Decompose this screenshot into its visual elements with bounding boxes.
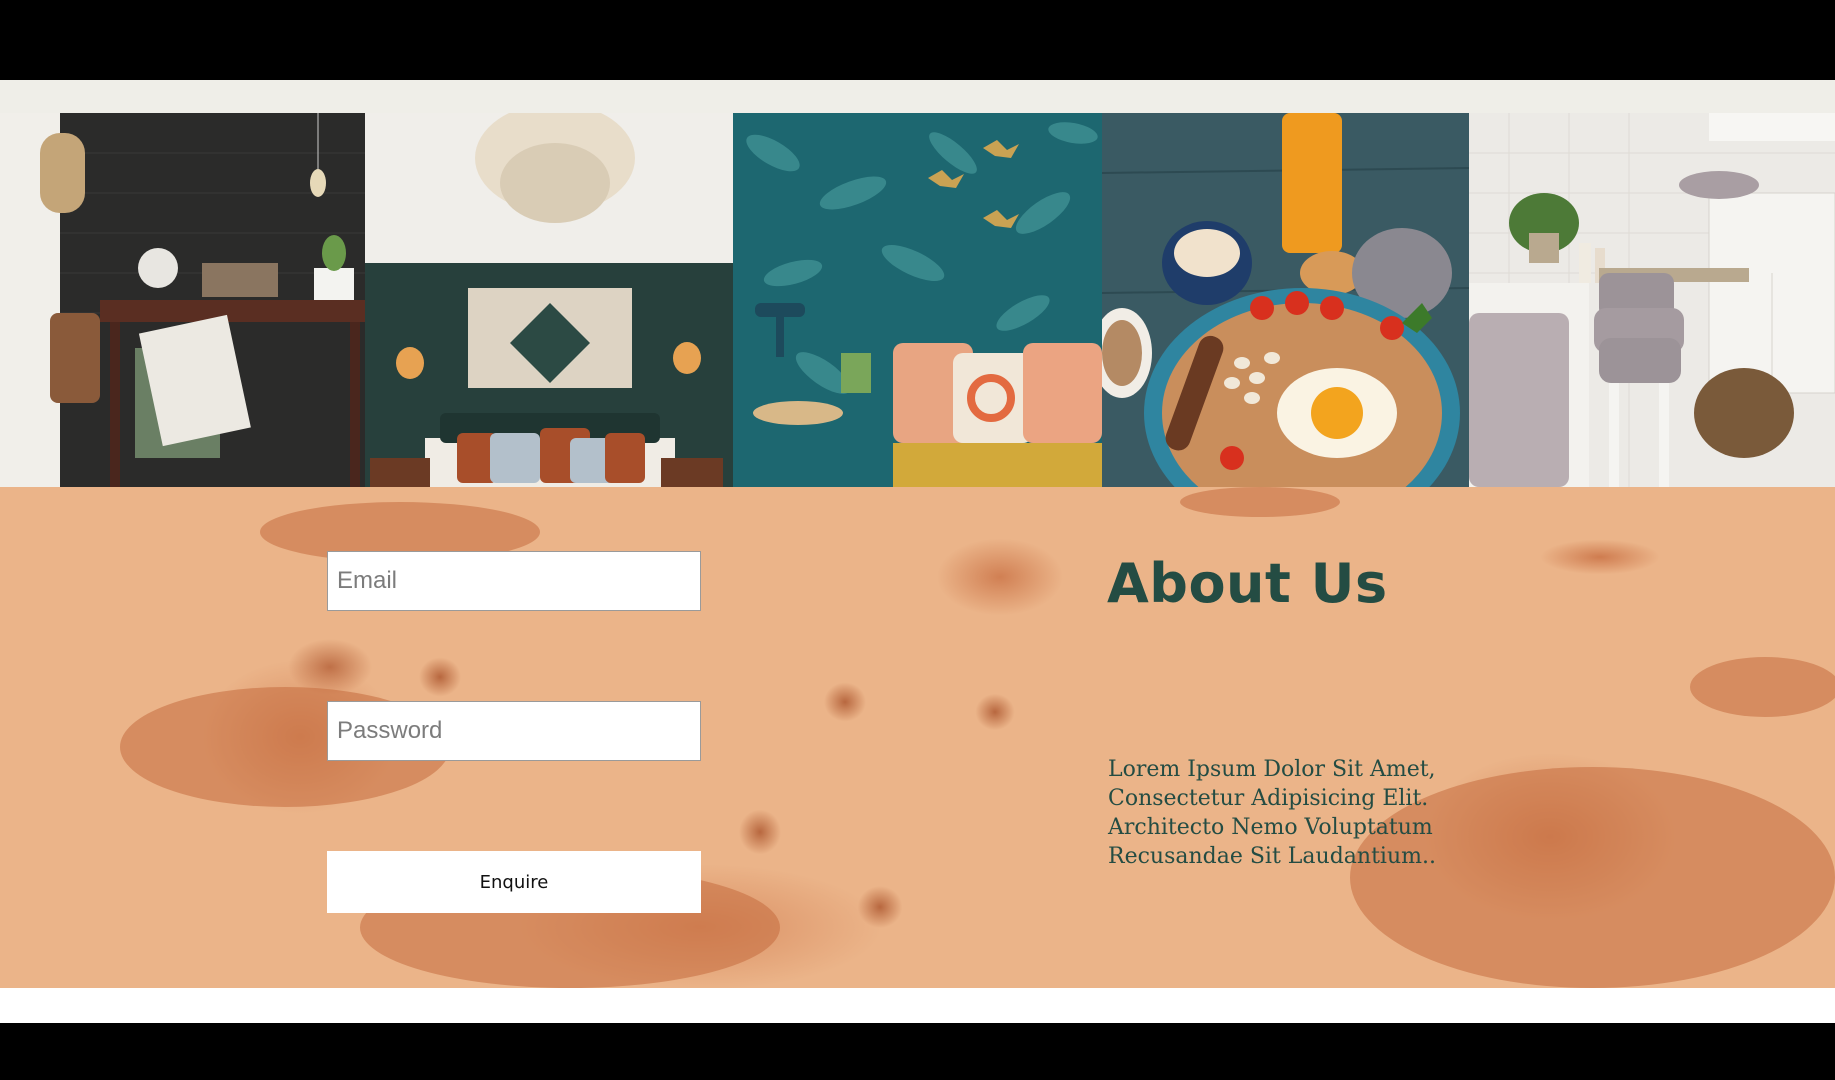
email-field[interactable] — [327, 551, 701, 611]
about-us-description: Lorem Ipsum Dolor Sit Amet, Consectetur … — [1108, 757, 1436, 869]
enquire-button[interactable]: Enquire — [327, 851, 701, 913]
breakfast-photo — [1102, 113, 1469, 487]
footer-strip — [0, 988, 1835, 1023]
about-us-heading: About Us — [1107, 552, 1388, 615]
photo-gallery — [0, 113, 1835, 487]
header-strip — [0, 80, 1835, 113]
paint-texture — [1180, 487, 1340, 517]
password-input[interactable] — [328, 702, 700, 760]
bedroom-photo — [365, 113, 733, 487]
email-input[interactable] — [328, 552, 700, 610]
contact-about-section: Enquire About Us Lorem Ipsum Dolor Sit A… — [0, 487, 1835, 988]
password-field[interactable] — [327, 701, 701, 761]
workspace-desk-photo — [0, 113, 365, 487]
teal-wallpaper-lounge-photo — [733, 113, 1102, 487]
paint-texture — [1690, 657, 1835, 717]
top-bar — [0, 0, 1835, 80]
bottom-bar — [0, 1023, 1835, 1080]
bathroom-photo — [1469, 113, 1835, 487]
